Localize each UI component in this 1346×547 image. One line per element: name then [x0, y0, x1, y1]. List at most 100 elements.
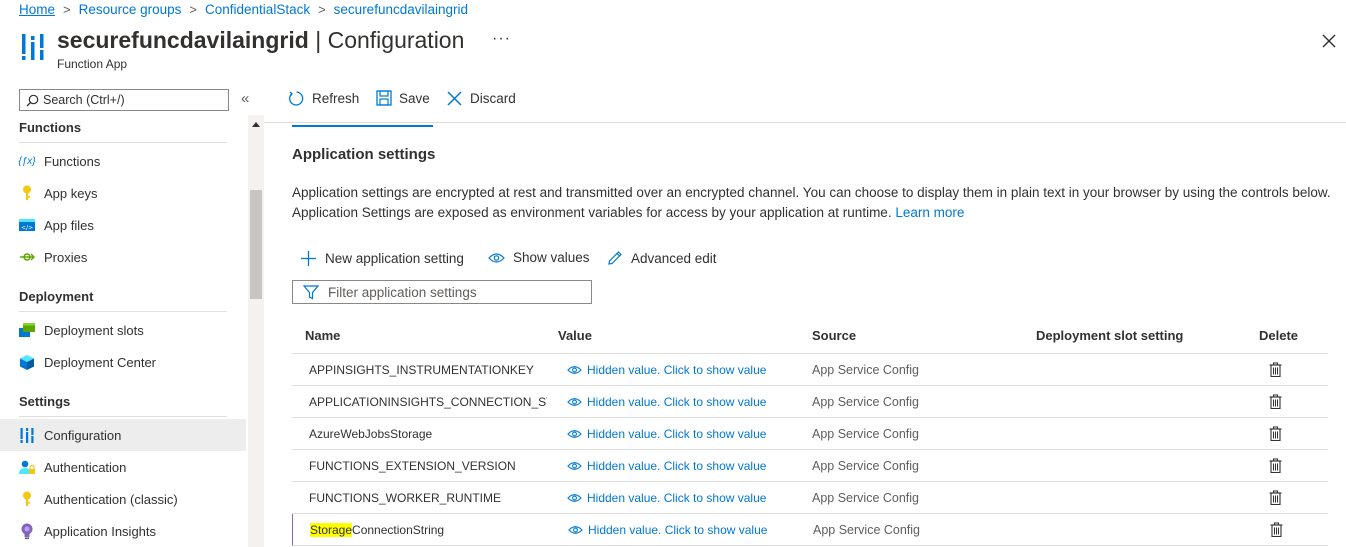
sidebar-item-label: Functions: [44, 153, 101, 169]
sidebar-item-app-keys[interactable]: App keys: [0, 177, 246, 209]
setting-source: App Service Config: [813, 522, 921, 537]
discard-icon: [447, 91, 462, 106]
sidebar-item-label: Authentication: [44, 459, 127, 475]
delete-button[interactable]: [1267, 482, 1283, 513]
collapse-sidebar-button[interactable]: «: [241, 90, 249, 107]
table-row[interactable]: APPINSIGHTS_INSTRUMENTATIONKEY Hidden va…: [292, 354, 1328, 386]
filter-settings-input[interactable]: Filter application settings: [292, 280, 592, 304]
scroll-up-icon[interactable]: [252, 122, 260, 127]
lightbulb-icon: [19, 523, 35, 539]
setting-source: App Service Config: [812, 362, 920, 377]
hidden-value-link[interactable]: Hidden value. Click to show value: [567, 418, 766, 449]
hidden-value-text: Hidden value. Click to show value: [587, 394, 767, 409]
divider: [19, 416, 227, 417]
toolbar-divider: [264, 122, 1346, 123]
sidebar-item-app-files[interactable]: </> App files: [0, 209, 246, 241]
setting-name[interactable]: AzureWebJobsStorage: [309, 418, 547, 449]
table-row[interactable]: AzureWebJobsStorage Hidden value. Click …: [292, 418, 1328, 450]
close-icon[interactable]: [1318, 30, 1340, 52]
setting-name[interactable]: Storage ConnectionString: [310, 514, 548, 545]
hidden-value-link[interactable]: Hidden value. Click to show value: [567, 450, 766, 481]
divider: [19, 311, 227, 312]
function-icon: {ƒx}: [18, 155, 36, 167]
sidebar-item-configuration[interactable]: Configuration: [0, 419, 246, 451]
sidebar-item-application-insights[interactable]: Application Insights: [0, 515, 246, 547]
group-label: Functions: [19, 120, 82, 135]
setting-name[interactable]: APPLICATIONINSIGHTS_CONNECTION_STRING: [309, 386, 547, 417]
delete-button[interactable]: [1268, 514, 1284, 545]
new-application-setting-button[interactable]: New application setting: [300, 250, 464, 267]
sidebar-item-authentication-classic[interactable]: Authentication (classic): [0, 483, 246, 515]
sidebar-search-input[interactable]: Search (Ctrl+/): [19, 89, 229, 111]
plus-icon: [301, 251, 316, 266]
command-bar: Refresh Save Discard: [264, 84, 1346, 118]
search-icon: [26, 94, 39, 106]
delete-button[interactable]: [1267, 450, 1283, 481]
column-header-name[interactable]: Name: [305, 328, 340, 343]
search-highlight: Storage: [310, 522, 353, 537]
table-row[interactable]: FUNCTIONS_WORKER_RUNTIME Hidden value. C…: [292, 482, 1328, 514]
setting-name[interactable]: APPINSIGHTS_INSTRUMENTATIONKEY: [309, 354, 547, 385]
hidden-value-link[interactable]: Hidden value. Click to show value: [567, 482, 766, 513]
delete-button[interactable]: [1267, 386, 1283, 417]
delete-button[interactable]: [1267, 418, 1283, 449]
sidebar-scrollbar[interactable]: [248, 115, 264, 547]
breadcrumb-home[interactable]: Home: [19, 2, 55, 17]
sidebar-item-label: Configuration: [44, 427, 122, 443]
slots-icon: [19, 322, 35, 338]
hidden-value-text: Hidden value. Click to show value: [587, 490, 767, 505]
section-description: Application settings are encrypted at re…: [292, 183, 1337, 223]
sidebar-item-authentication[interactable]: Authentication: [0, 451, 246, 483]
column-header-source[interactable]: Source: [812, 328, 856, 343]
hidden-value-link[interactable]: Hidden value. Click to show value: [567, 386, 766, 417]
table-row[interactable]: APPLICATIONINSIGHTS_CONNECTION_STRING Hi…: [292, 386, 1328, 418]
divider: [19, 142, 227, 143]
tab-application-settings-indicator[interactable]: [292, 125, 433, 127]
hidden-value-text: Hidden value. Click to show value: [588, 522, 768, 537]
filter-placeholder: Filter application settings: [328, 284, 477, 300]
setting-name[interactable]: FUNCTIONS_EXTENSION_VERSION: [309, 450, 547, 481]
setting-source: App Service Config: [812, 458, 920, 473]
refresh-button[interactable]: Refresh: [288, 90, 359, 107]
breadcrumb-resource-groups[interactable]: Resource groups: [79, 2, 182, 17]
delete-button[interactable]: [1267, 354, 1283, 385]
resource-name: securefuncdavilaingrid: [57, 27, 309, 53]
column-header-value[interactable]: Value: [558, 328, 592, 343]
table-row[interactable]: FUNCTIONS_EXTENSION_VERSION Hidden value…: [292, 450, 1328, 482]
eye-icon: [567, 493, 582, 502]
setting-source: App Service Config: [812, 426, 920, 441]
sidebar: Functions {ƒx} Functions App keys </> Ap…: [0, 115, 264, 547]
hidden-value-text: Hidden value. Click to show value: [587, 426, 767, 441]
learn-more-link[interactable]: Learn more: [895, 205, 964, 220]
table-row-selected[interactable]: Storage ConnectionString Hidden value. Cl…: [292, 514, 1328, 546]
scrollbar-thumb[interactable]: [250, 190, 262, 299]
sidebar-item-label: Deployment Center: [44, 354, 156, 370]
column-header-slot-setting[interactable]: Deployment slot setting: [1036, 328, 1183, 343]
setting-name[interactable]: FUNCTIONS_WORKER_RUNTIME: [309, 482, 547, 513]
chevron-right-icon: >: [63, 1, 71, 17]
breadcrumb-resource-group[interactable]: ConfidentialStack: [205, 2, 310, 17]
sidebar-item-label: Application Insights: [44, 523, 157, 539]
search-placeholder: Search (Ctrl+/): [43, 93, 125, 107]
discard-button[interactable]: Discard: [446, 90, 516, 107]
hidden-value-link[interactable]: Hidden value. Click to show value: [567, 354, 766, 385]
save-button[interactable]: Save: [376, 90, 430, 106]
key-icon: [19, 491, 35, 507]
column-header-delete: Delete: [1259, 328, 1299, 343]
sidebar-item-functions[interactable]: {ƒx} Functions: [0, 145, 246, 177]
show-values-button[interactable]: Show values: [488, 250, 590, 265]
breadcrumb-function-app[interactable]: securefuncdavilaingrid: [334, 2, 468, 17]
more-options-button[interactable]: ···: [492, 30, 511, 48]
eye-icon: [567, 461, 582, 470]
save-icon: [376, 90, 392, 106]
chevron-right-icon: >: [189, 1, 198, 17]
sidebar-item-proxies[interactable]: Proxies: [0, 241, 246, 273]
sidebar-item-label: App keys: [44, 185, 98, 201]
hidden-value-link[interactable]: Hidden value. Click to show value: [568, 514, 767, 545]
sidebar-item-deployment-center[interactable]: Deployment Center: [0, 346, 246, 378]
advanced-edit-button[interactable]: Advanced edit: [606, 250, 717, 267]
group-label: Deployment: [19, 289, 94, 304]
sidebar-item-deployment-slots[interactable]: Deployment slots: [0, 314, 246, 346]
pencil-icon: [608, 251, 622, 265]
eye-icon: [567, 365, 582, 374]
